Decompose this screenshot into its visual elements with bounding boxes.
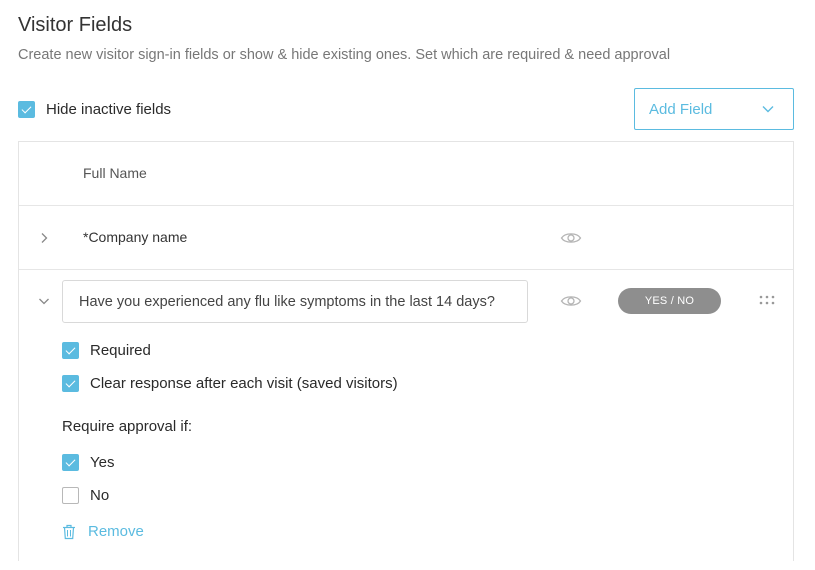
- remove-field-button[interactable]: Remove: [62, 523, 144, 540]
- add-field-dropdown[interactable]: Add Field: [634, 88, 794, 130]
- required-option[interactable]: Required: [62, 342, 151, 359]
- chevron-right-icon[interactable]: [37, 231, 51, 245]
- chevron-down-icon: [762, 106, 774, 113]
- approval-no-checkbox[interactable]: [62, 487, 79, 504]
- trash-icon: [63, 524, 75, 539]
- required-checkbox[interactable]: [62, 342, 79, 359]
- add-field-label: Add Field: [649, 100, 713, 118]
- approval-no-option[interactable]: No: [62, 487, 109, 504]
- field-row-full-name[interactable]: Full Name: [19, 142, 793, 206]
- page-subtitle: Create new visitor sign-in fields or sho…: [18, 47, 671, 63]
- clear-response-checkbox[interactable]: [62, 375, 79, 392]
- field-label: *Company name: [83, 229, 188, 245]
- clear-response-option[interactable]: Clear response after each visit (saved v…: [62, 375, 398, 392]
- approval-title: Require approval if:: [62, 418, 193, 435]
- approval-yes-checkbox[interactable]: [62, 454, 79, 471]
- question-input[interactable]: [62, 280, 528, 323]
- field-type-badge[interactable]: YES / NO: [618, 288, 721, 314]
- remove-label: Remove: [88, 523, 144, 540]
- required-label: Required: [90, 342, 151, 359]
- page-title: Visitor Fields: [18, 14, 133, 36]
- eye-icon[interactable]: [560, 231, 582, 245]
- hide-inactive-checkbox[interactable]: [18, 101, 35, 118]
- drag-handle-icon[interactable]: [759, 295, 775, 305]
- approval-no-label: No: [90, 487, 110, 504]
- eye-icon[interactable]: [560, 294, 582, 308]
- approval-yes-option[interactable]: Yes: [62, 454, 114, 471]
- clear-response-label: Clear response after each visit (saved v…: [90, 375, 398, 392]
- approval-yes-label: Yes: [90, 454, 115, 471]
- field-row-company-name[interactable]: *Company name: [19, 206, 793, 270]
- fields-table: Full Name *Company name YES / NO Require…: [18, 141, 794, 561]
- chevron-down-icon[interactable]: [37, 294, 51, 308]
- hide-inactive-toggle[interactable]: Hide inactive fields: [18, 101, 171, 118]
- field-label: Full Name: [83, 165, 147, 181]
- hide-inactive-label: Hide inactive fields: [46, 101, 172, 118]
